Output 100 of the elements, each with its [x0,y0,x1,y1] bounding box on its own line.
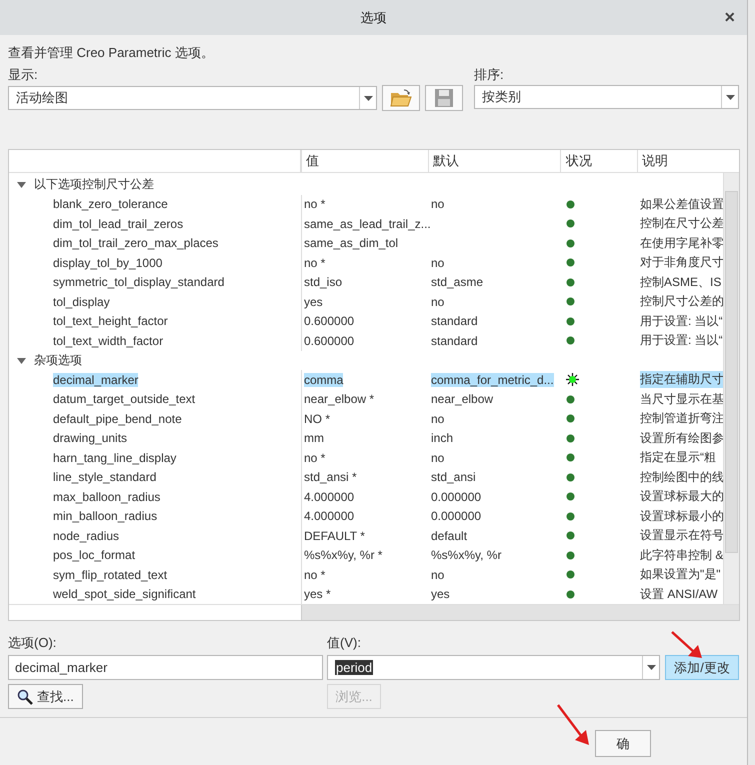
vertical-scrollbar[interactable] [723,173,739,604]
option-label: 选项(O): [8,635,56,651]
status-dot-icon [566,278,575,287]
option-name[interactable]: decimal_marker [53,372,138,387]
option-name[interactable]: line_style_standard [53,470,156,484]
column-header[interactable]: 值 [301,150,429,172]
horizontal-scrollbar[interactable] [9,605,302,620]
status-dot-icon [566,219,575,228]
option-name[interactable]: max_balloon_radius [53,490,160,504]
option-name[interactable]: default_pipe_bend_note [53,412,182,426]
option-name[interactable]: tol_display [53,294,110,309]
description-cell: 设置球标最大的 [640,488,723,506]
status-dot-icon [566,434,575,443]
status-dot-icon [566,531,575,540]
status-dot-icon [566,590,575,599]
intro-text: 查看并管理 Creo Parametric 选项。 [8,44,215,62]
option-name[interactable]: symmetric_tol_display_standard [53,275,224,290]
table-cell: yes [431,587,450,602]
value-dropdown[interactable]: period [327,655,660,680]
status-dot-icon [566,200,575,209]
table-cell: DEFAULT * [304,528,365,543]
column-header[interactable]: 说明 [638,150,739,172]
status-dot-icon [566,472,575,482]
floppy-icon [434,88,454,108]
option-name[interactable]: dim_tol_trail_zero_max_places [53,236,218,250]
option-name[interactable]: tol_text_height_factor [53,314,168,328]
table-cell: 0.000000 [431,509,482,524]
horizontal-scrollbar[interactable] [302,605,739,620]
table-cell: no [431,450,444,465]
column-header[interactable]: 状况 [561,150,638,172]
table-cell: no * [304,256,326,270]
status-dot-icon [566,453,575,462]
option-name[interactable]: sym_flip_rotated_text [53,568,168,582]
expand-icon [17,356,26,365]
sort-dropdown[interactable]: 按类别 [474,85,739,109]
description-cell: 指定在显示“粗 [640,449,716,466]
table-cell: comma [304,372,344,387]
folder-icon [390,88,412,108]
option-name[interactable]: node_radius [53,528,120,543]
table-cell: 0.600000 [304,334,354,348]
option-name[interactable]: tol_text_width_factor [53,334,164,348]
close-button[interactable]: × [724,8,735,26]
option-name[interactable]: datum_target_outside_text [53,392,196,406]
option-name[interactable]: harn_tang_line_display [53,450,176,465]
annotation-arrow [670,630,704,660]
description-cell: 设置 ANSI/AW [640,586,718,603]
table-cell: no * [304,450,326,465]
table-cell: std_iso [304,275,342,290]
add-change-button[interactable]: 添加/更改 [665,655,739,680]
option-name[interactable]: drawing_units [53,431,128,446]
save-button[interactable] [425,85,463,111]
status-dot-icon [566,414,575,424]
table-cell: 4.000000 [304,509,354,524]
table-cell: no * [304,568,326,582]
description-cell: 用于设置: 当以“ [640,312,723,330]
annotation-arrow [556,703,592,747]
status-dot-icon [566,316,575,326]
table-cell: no * [304,197,326,212]
caret-icon [726,94,734,100]
table-cell: no [431,568,444,582]
option-name[interactable]: display_tol_by_1000 [53,256,162,270]
display-label: 显示: [8,67,38,83]
group-row[interactable]: 杂项选项 [9,350,301,370]
window-title: 选项 [360,8,386,26]
option-name[interactable]: blank_zero_tolerance [53,197,168,212]
find-button[interactable]: 查找... [8,684,83,709]
description-cell: 在使用字尾补零 [640,234,723,252]
description-cell: 控制ASME、IS [640,274,722,291]
column-header[interactable]: 默认 [429,150,561,172]
status-dot-icon [566,394,575,404]
table-cell: no [431,294,444,309]
table-cell: NO * [304,412,330,426]
status-dot-icon [566,550,575,560]
table-cell: %s%x%y, %r * [304,548,382,562]
status-dot-icon [566,238,575,248]
description-cell: 如果设置为"是" [640,566,721,584]
open-button[interactable] [382,85,420,111]
option-name[interactable]: weld_spot_side_significant [53,587,196,602]
table-cell: same_as_lead_trail_z... [304,216,431,231]
table-cell: yes [304,294,323,309]
table-cell: 4.000000 [304,490,354,504]
option-input-field[interactable]: decimal_marker [8,655,323,680]
description-cell: 用于设置: 当以“ [640,332,723,350]
status-dot-icon [566,492,575,502]
ok-button[interactable]: 确 [595,730,651,757]
caret-icon [364,96,373,100]
table-cell: std_ansi * [304,470,357,484]
status-dot-icon [566,570,575,580]
table-cell: 0.000000 [431,490,482,504]
table-cell: %s%x%y, %r [431,548,502,562]
display-dropdown[interactable]: 活动绘图 [8,86,378,110]
status-dot-icon [566,297,575,306]
option-name[interactable]: pos_loc_format [53,548,136,562]
value-label: 值(V): [327,635,361,651]
table-cell: yes * [304,587,331,602]
search-icon [17,688,33,704]
option-name[interactable]: min_balloon_radius [53,509,158,524]
option-name[interactable]: dim_tol_lead_trail_zeros [53,216,184,231]
group-row[interactable]: 以下选项控制尺寸公差 [9,175,301,194]
table-cell: standard [431,334,478,348]
